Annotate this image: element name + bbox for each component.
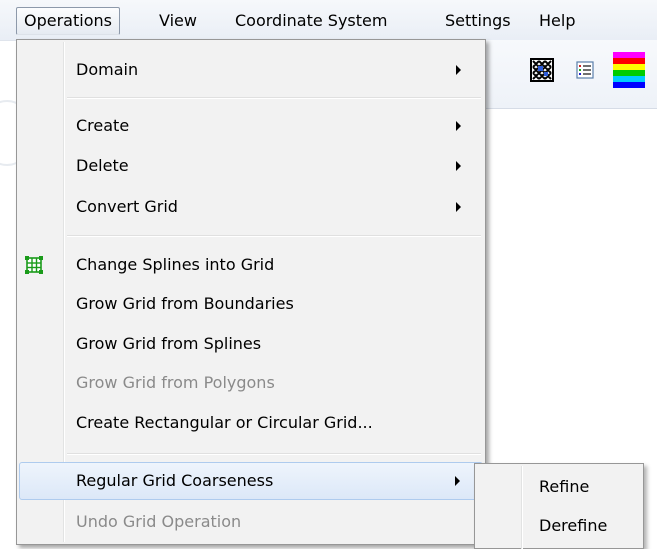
submenu-arrow-icon [456, 161, 461, 171]
menu-item-domain[interactable]: Domain [19, 51, 483, 89]
menu-item-label: Grow Grid from Splines [76, 334, 262, 353]
application-window: Operations View Coordinate System Settin… [0, 0, 657, 549]
color-spectrum-icon[interactable] [613, 52, 645, 96]
menu-item-label: Delete [76, 156, 129, 175]
menu-item-regular-grid-coarseness[interactable]: Regular Grid Coarseness [19, 462, 483, 500]
operations-dropdown-menu: Domain Create Delete Convert Grid Change… [16, 39, 486, 545]
menu-item-grow-grid-from-splines[interactable]: Grow Grid from Splines [19, 325, 483, 363]
menu-item-label: Undo Grid Operation [76, 512, 242, 531]
menu-item-create[interactable]: Create [19, 107, 483, 145]
grid-icon [24, 255, 44, 279]
menu-item-label: Grow Grid from Boundaries [76, 294, 294, 313]
menu-item-grow-grid-from-boundaries[interactable]: Grow Grid from Boundaries [19, 285, 483, 323]
list-icon[interactable] [576, 61, 594, 83]
menu-item-undo-grid-operation[interactable]: Undo Grid Operation [19, 503, 483, 541]
menu-operations[interactable]: Operations [16, 7, 120, 35]
menu-item-create-rectangular-or-circular-grid[interactable]: Create Rectangular or Circular Grid... [19, 404, 483, 442]
menu-settings[interactable]: Settings [438, 7, 518, 35]
menu-coordinate-system[interactable]: Coordinate System [228, 7, 394, 35]
menubar: Operations View Coordinate System Settin… [0, 0, 657, 41]
menu-separator [67, 235, 481, 237]
submenu-item-refine[interactable]: Refine [477, 468, 641, 506]
grid-pattern-icon[interactable] [530, 58, 554, 86]
submenu-arrow-icon [455, 476, 460, 486]
submenu-item-label: Refine [539, 477, 590, 496]
menu-separator [67, 453, 481, 455]
menu-item-label: Change Splines into Grid [76, 255, 275, 274]
menu-item-label: Convert Grid [76, 197, 178, 216]
menu-item-label: Domain [76, 60, 139, 79]
submenu-arrow-icon [456, 121, 461, 131]
menu-item-label: Create [76, 116, 130, 135]
submenu-arrow-icon [456, 65, 461, 75]
menu-separator [67, 97, 481, 99]
menu-item-grow-grid-from-polygons[interactable]: Grow Grid from Polygons [19, 364, 483, 402]
menu-item-delete[interactable]: Delete [19, 147, 483, 185]
menu-item-label: Regular Grid Coarseness [76, 471, 274, 490]
menu-view[interactable]: View [152, 7, 204, 35]
toolbar [485, 40, 657, 109]
regular-grid-coarseness-submenu: Refine Derefine [474, 463, 644, 549]
menu-item-change-splines-into-grid[interactable]: Change Splines into Grid [19, 246, 483, 284]
submenu-item-label: Derefine [539, 516, 608, 535]
menu-item-label: Grow Grid from Polygons [76, 373, 275, 392]
submenu-item-derefine[interactable]: Derefine [477, 507, 641, 545]
menu-item-convert-grid[interactable]: Convert Grid [19, 188, 483, 226]
submenu-arrow-icon [456, 202, 461, 212]
menu-item-label: Create Rectangular or Circular Grid... [76, 413, 373, 432]
menu-help[interactable]: Help [532, 7, 582, 35]
